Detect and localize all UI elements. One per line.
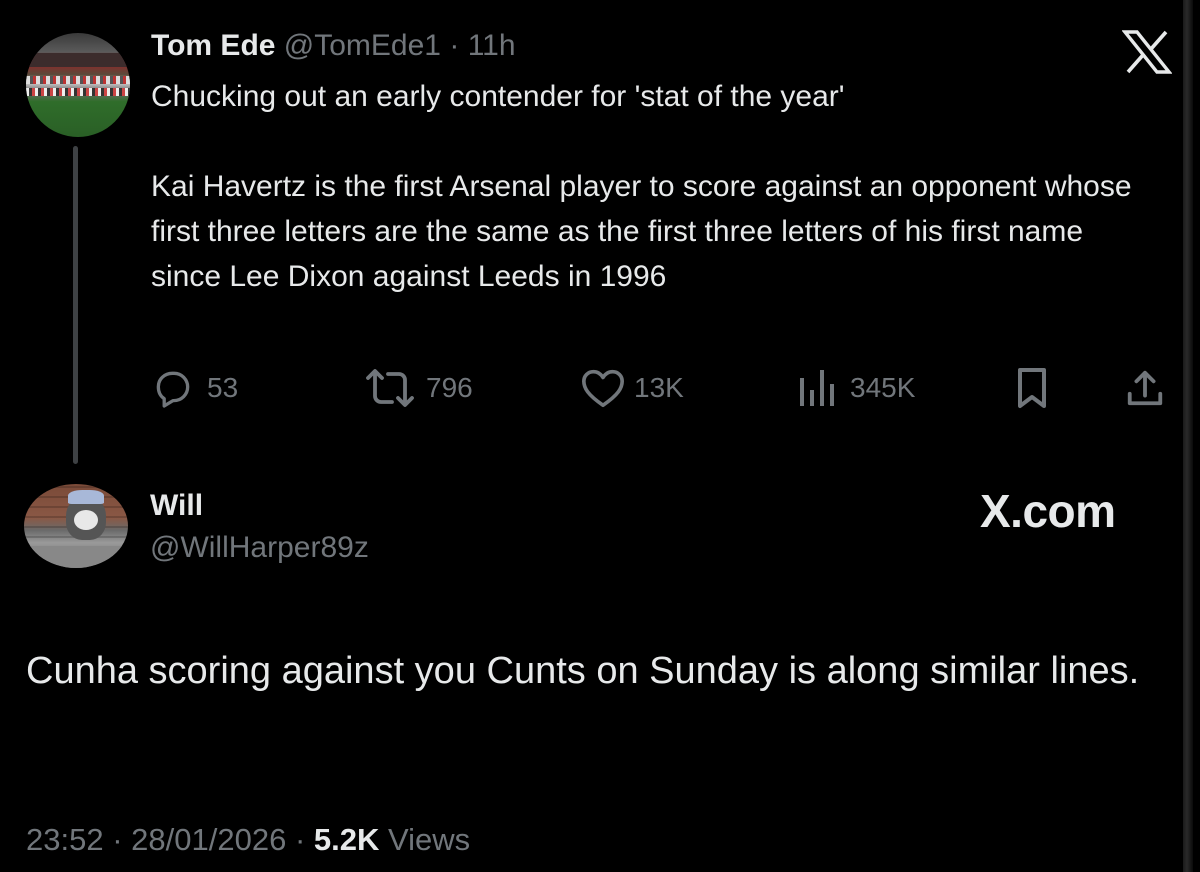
share-icon xyxy=(1127,370,1163,406)
reply-views-label: Views xyxy=(388,822,471,857)
avatar[interactable] xyxy=(26,33,130,137)
reply-icon xyxy=(156,371,190,408)
reply-time[interactable]: 23:52 xyxy=(26,822,104,857)
tweet-header: Tom Ede @TomEde1 · 11h xyxy=(151,28,516,64)
reply-meta: 23:52 · 28/01/2026 · 5.2K Views xyxy=(26,822,470,858)
separator-dot: · xyxy=(449,29,460,62)
tweet-line: Kai Havertz is the first Arsenal player … xyxy=(151,170,1132,293)
tweet-text: Chucking out an early contender for 'sta… xyxy=(151,74,1161,299)
repost-count: 796 xyxy=(426,372,473,403)
reply-date[interactable]: 28/01/2026 xyxy=(131,822,286,857)
repost-button[interactable]: 796 xyxy=(362,366,473,410)
like-button[interactable]: 13K xyxy=(580,366,684,410)
share-button[interactable] xyxy=(1124,366,1166,410)
reply-views-count: 5.2K xyxy=(313,822,380,857)
reply-text: Cunha scoring against you Cunts on Sunda… xyxy=(26,650,1140,692)
author-handle[interactable]: @TomEde1 xyxy=(284,29,441,62)
separator-dot: · xyxy=(294,822,306,857)
repost-icon xyxy=(366,369,414,407)
views-count: 345K xyxy=(850,372,916,403)
like-count: 13K xyxy=(634,372,684,403)
views-button[interactable]: 345K xyxy=(796,366,915,410)
avatar[interactable] xyxy=(24,484,128,568)
tweet-time[interactable]: 11h xyxy=(468,29,516,62)
tweet-line: Chucking out an early contender for 'sta… xyxy=(151,80,845,113)
bookmark-icon xyxy=(1018,368,1046,408)
reply-author-handle[interactable]: @WillHarper89z xyxy=(150,531,369,565)
author-name[interactable]: Tom Ede xyxy=(151,29,275,62)
views-icon xyxy=(800,370,834,406)
reply-button[interactable]: 53 xyxy=(151,366,238,410)
reply-count: 53 xyxy=(207,372,239,403)
tweet-screenshot: Tom Ede @TomEde1 · 11h Chucking out an e… xyxy=(0,0,1200,872)
x-logo-icon xyxy=(1122,30,1172,74)
separator-dot: · xyxy=(112,822,123,857)
like-icon xyxy=(582,369,624,408)
bookmark-button[interactable] xyxy=(1012,366,1052,410)
screen-edge xyxy=(1183,0,1193,872)
reply-author-name[interactable]: Will xyxy=(150,489,203,523)
x-com-watermark: X.com xyxy=(980,485,1116,537)
thread-line xyxy=(73,146,78,464)
